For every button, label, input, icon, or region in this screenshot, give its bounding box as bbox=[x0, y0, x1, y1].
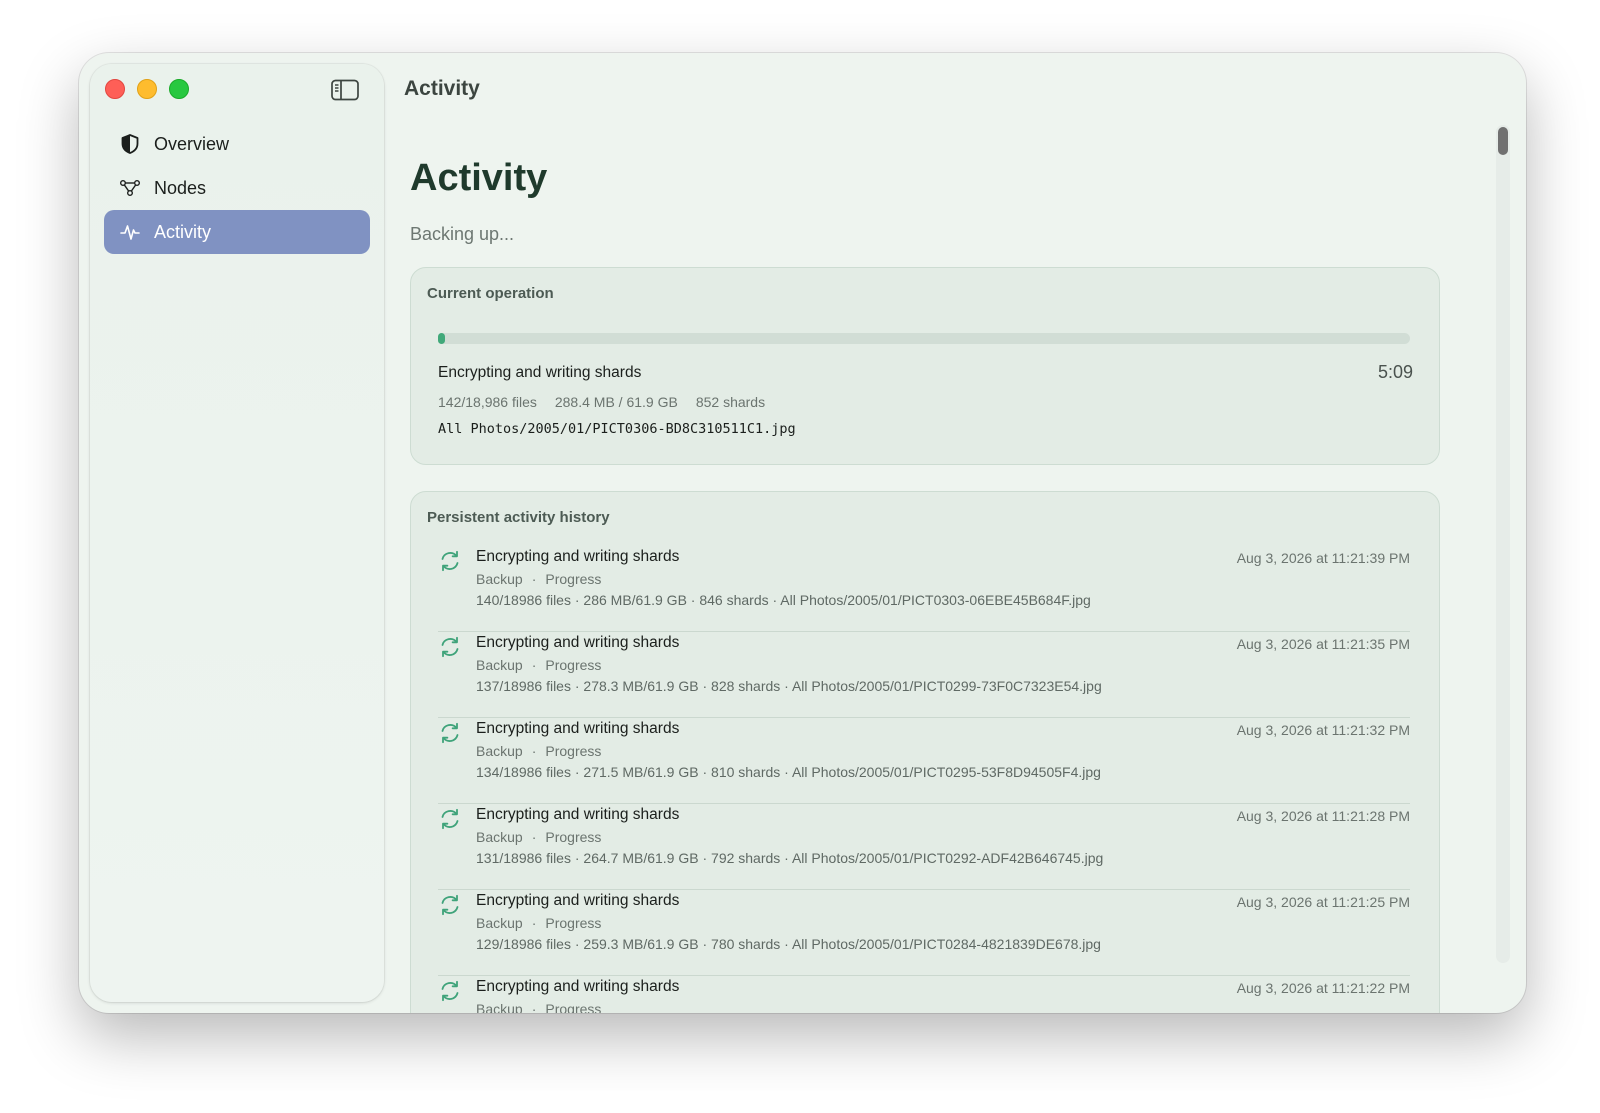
sidebar-item-nodes[interactable]: Nodes bbox=[104, 166, 370, 210]
operation-stats: 142/18,986 files 288.4 MB / 61.9 GB 852 … bbox=[438, 394, 765, 410]
sync-icon bbox=[438, 979, 462, 1003]
minimize-window-button[interactable] bbox=[137, 79, 157, 99]
window-title: Activity bbox=[404, 77, 480, 100]
history-item-name: Encrypting and writing shards bbox=[476, 978, 680, 995]
history-item-tags: Backup · Progress bbox=[476, 915, 602, 931]
shards-count: 852 shards bbox=[695, 394, 766, 410]
scrollbar-thumb[interactable] bbox=[1498, 127, 1508, 155]
history-item-timestamp: Aug 3, 2026 at 11:21:39 PM bbox=[1236, 550, 1410, 566]
history-item-type: Progress bbox=[545, 571, 602, 587]
sidebar: Overview Nodes Activity bbox=[90, 64, 384, 1002]
list-item[interactable]: Encrypting and writing shards Aug 3, 202… bbox=[438, 890, 1410, 976]
history-item-name: Encrypting and writing shards bbox=[476, 892, 680, 909]
history-item-timestamp: Aug 3, 2026 at 11:21:25 PM bbox=[1236, 894, 1410, 910]
data-size: 288.4 MB / 61.9 GB bbox=[554, 394, 678, 410]
sidebar-toggle-icon[interactable] bbox=[331, 79, 359, 101]
activity-pulse-icon bbox=[120, 222, 140, 242]
files-count: 142/18,986 files bbox=[438, 394, 537, 410]
sidebar-nav: Overview Nodes Activity bbox=[104, 122, 370, 254]
progress-bar bbox=[438, 333, 1410, 344]
history-item-detail: 137/18986 files · 278.3 MB/61.9 GB · 828… bbox=[476, 678, 1102, 694]
history-item-tags: Backup · Progress bbox=[476, 1001, 601, 1013]
history-list: Encrypting and writing shards Aug 3, 202… bbox=[438, 546, 1410, 1013]
sync-icon bbox=[438, 807, 462, 831]
history-item-timestamp: Aug 3, 2026 at 11:21:35 PM bbox=[1236, 636, 1410, 652]
list-item[interactable]: Encrypting and writing shards Aug 3, 202… bbox=[438, 718, 1410, 804]
progress-fill bbox=[438, 333, 446, 344]
zoom-window-button[interactable] bbox=[169, 79, 189, 99]
activity-history-card: Persistent activity history Encrypting a… bbox=[410, 491, 1440, 1013]
history-item-name: Encrypting and writing shards bbox=[476, 548, 680, 565]
history-item-category: Backup bbox=[476, 915, 523, 931]
history-item-type: Progress bbox=[545, 1001, 602, 1013]
app-window: Overview Nodes Activity Activity Activit… bbox=[79, 53, 1526, 1013]
history-item-category: Backup bbox=[476, 1001, 523, 1013]
sync-icon bbox=[438, 721, 462, 745]
history-item-tags: Backup · Progress bbox=[476, 571, 602, 587]
card-title: Current operation bbox=[427, 285, 554, 302]
page-title: Activity bbox=[410, 157, 548, 199]
sidebar-item-label: Nodes bbox=[154, 177, 207, 198]
sync-icon bbox=[438, 635, 462, 659]
history-item-detail: 131/18986 files · 264.7 MB/61.9 GB · 792… bbox=[476, 850, 1104, 866]
nodes-icon bbox=[120, 178, 140, 198]
list-item[interactable]: Encrypting and writing shards Aug 3, 202… bbox=[438, 546, 1410, 632]
history-item-timestamp: Aug 3, 2026 at 11:21:28 PM bbox=[1236, 808, 1410, 824]
history-item-tags: Backup · Progress bbox=[476, 743, 602, 759]
history-item-detail: 140/18986 files · 286 MB/61.9 GB · 846 s… bbox=[476, 592, 1091, 608]
history-item-detail: 129/18986 files · 259.3 MB/61.9 GB · 780… bbox=[476, 936, 1101, 952]
sync-icon bbox=[438, 893, 462, 917]
history-item-category: Backup bbox=[476, 743, 523, 759]
sidebar-item-label: Activity bbox=[154, 221, 212, 242]
close-window-button[interactable] bbox=[105, 79, 125, 99]
list-item[interactable]: Encrypting and writing shards Aug 3, 202… bbox=[438, 804, 1410, 890]
history-item-type: Progress bbox=[545, 829, 602, 845]
history-item-name: Encrypting and writing shards bbox=[476, 806, 680, 823]
shield-icon bbox=[120, 134, 140, 154]
status-text: Backing up... bbox=[410, 224, 515, 244]
history-item-category: Backup bbox=[476, 571, 523, 587]
history-item-name: Encrypting and writing shards bbox=[476, 720, 680, 737]
history-item-name: Encrypting and writing shards bbox=[476, 634, 680, 651]
current-file-path: All Photos/2005/01/PICT0306-BD8C310511C1… bbox=[438, 421, 796, 437]
operation-name: Encrypting and writing shards bbox=[438, 364, 642, 381]
sidebar-item-label: Overview bbox=[154, 133, 230, 154]
history-item-tags: Backup · Progress bbox=[476, 829, 602, 845]
history-item-timestamp: Aug 3, 2026 at 11:21:32 PM bbox=[1236, 722, 1410, 738]
sidebar-item-activity[interactable]: Activity bbox=[104, 210, 370, 254]
history-item-category: Backup bbox=[476, 829, 523, 845]
sync-icon bbox=[438, 549, 462, 573]
list-item[interactable]: Encrypting and writing shards Aug 3, 202… bbox=[438, 632, 1410, 718]
current-operation-card: Current operation Encrypting and writing… bbox=[410, 267, 1440, 465]
sidebar-item-overview[interactable]: Overview bbox=[104, 122, 370, 166]
history-item-type: Progress bbox=[545, 743, 602, 759]
history-item-tags: Backup · Progress bbox=[476, 657, 602, 673]
card-title: Persistent activity history bbox=[427, 509, 610, 526]
history-item-detail: 134/18986 files · 271.5 MB/61.9 GB · 810… bbox=[476, 764, 1101, 780]
history-item-type: Progress bbox=[545, 915, 602, 931]
scrollbar[interactable] bbox=[1496, 125, 1510, 963]
history-item-category: Backup bbox=[476, 657, 523, 673]
main-content: Activity Backing up... Current operation… bbox=[410, 143, 1440, 1013]
elapsed-time: 5:09 bbox=[1377, 362, 1413, 382]
history-item-timestamp: Aug 3, 2026 at 11:21:22 PM bbox=[1236, 980, 1410, 996]
list-item[interactable]: Encrypting and writing shards Aug 3, 202… bbox=[438, 976, 1410, 1013]
window-controls bbox=[105, 79, 189, 99]
history-item-type: Progress bbox=[545, 657, 602, 673]
